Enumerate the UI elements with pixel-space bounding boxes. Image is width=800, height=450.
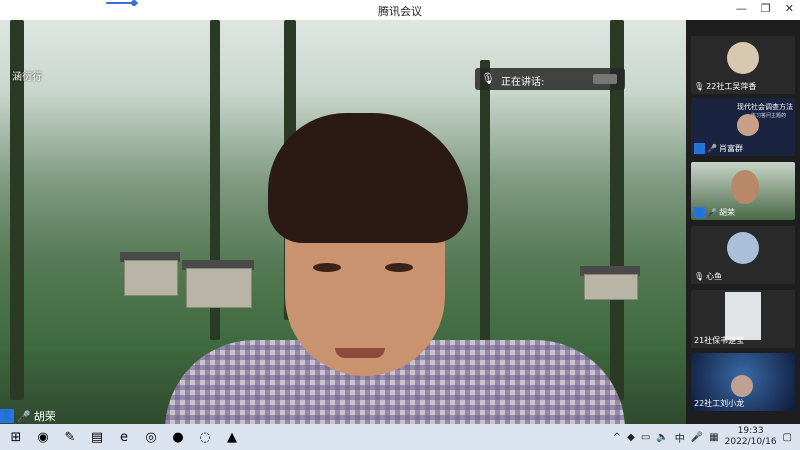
browser-icon[interactable]: ◎ [140, 426, 162, 448]
tray-app-icon[interactable]: ◆ [627, 432, 635, 443]
participant-name: 21社保韦楚莹 [694, 336, 745, 345]
network-icon[interactable]: ▦ [709, 432, 718, 443]
speaker-eye [385, 263, 413, 272]
person-icon: 👤 [694, 207, 705, 218]
muted-mic-icon: 🎙 [694, 82, 705, 91]
avatar [725, 292, 761, 340]
speaking-indicator: 🎙 正在讲话: [475, 68, 625, 90]
slide-title: 现代社会调查方法 [737, 103, 793, 111]
clock-date: 2022/10/16 [724, 437, 777, 447]
avatar [727, 42, 759, 74]
mic-icon: 🎤 [17, 409, 31, 423]
participant-name: 22社工刘小龙 [694, 399, 745, 408]
speaker-mouth [335, 348, 385, 358]
avatar [737, 114, 759, 136]
participant-name: 心鱼 [706, 272, 723, 281]
clock-time: 19:33 [737, 426, 764, 436]
color-app-icon[interactable]: ● [167, 426, 189, 448]
participant-name: 胡荣 [718, 208, 735, 217]
mic-icon: 🎤 [707, 144, 717, 153]
main-video-namebar: 👤 🎤 胡荣 [0, 408, 56, 424]
mic-tray-icon[interactable]: 🎤 [691, 432, 703, 443]
taskbar: ⊞ ◉ ✎ ▤ e ◎ ● ◌ ▲ ^ ◆ ▭ 🔈 中 🎤 ▦ 19:33 20… [0, 424, 800, 450]
close-button[interactable]: ✕ [785, 2, 794, 15]
person-icon: 👤 [694, 143, 705, 154]
speaker-name: 胡荣 [33, 410, 56, 423]
avatar [731, 375, 753, 397]
ime-indicator[interactable]: 中 [675, 430, 685, 445]
muted-mic-icon: 🎙 [481, 72, 495, 85]
participant-sidebar: 🎙 22社工吴萍香 现代社会调查方法 练习答问主题的 👤 🎤 肖富群 👤 🎤 胡荣 🎙 心鱼… [686, 20, 800, 424]
avatar [727, 232, 759, 264]
chevron-up-icon[interactable]: ^ [613, 432, 621, 443]
app-icon[interactable]: ◌ [194, 426, 216, 448]
speaker-eye [313, 263, 341, 272]
speaking-label: 正在讲话: [501, 77, 545, 88]
clock[interactable]: 19:33 2022/10/16 [725, 426, 777, 448]
participant-tile[interactable]: 👤 🎤 胡荣 [691, 162, 795, 220]
start-icon[interactable]: ⊞ [5, 426, 27, 448]
window-title: 腾讯会议 [378, 5, 422, 18]
participant-tile[interactable]: 22社工刘小龙 [691, 353, 795, 411]
participant-tile[interactable]: 🎙 心鱼 [691, 226, 795, 284]
main-video[interactable]: 涵衍行 🎙 正在讲话: [0, 20, 686, 424]
participant-name: 22社工吴萍香 [706, 82, 757, 91]
file-explorer-icon[interactable]: ▤ [86, 426, 108, 448]
muted-mic-icon: 🎙 [694, 272, 705, 281]
system-tray: ^ ◆ ▭ 🔈 中 🎤 ▦ 19:33 2022/10/16 ▢ [613, 424, 800, 450]
minimize-button[interactable]: — [736, 2, 747, 15]
notification-icon[interactable]: ▢ [783, 432, 792, 443]
house [186, 268, 252, 308]
participant-tile[interactable]: 21社保韦楚莹 [691, 290, 795, 348]
house [124, 260, 178, 296]
participant-tile[interactable]: 现代社会调查方法 练习答问主题的 👤 🎤 肖富群 [691, 98, 795, 156]
corner-label: 涵衍行 [12, 72, 42, 83]
chrome-icon[interactable]: ◉ [32, 426, 54, 448]
participant-name: 肖富群 [718, 144, 743, 153]
battery-icon[interactable]: ▭ [641, 432, 650, 443]
title-bar: 腾讯会议 — ❐ ✕ [0, 0, 800, 20]
avatar [731, 170, 759, 204]
speaker-hair [268, 113, 468, 243]
participant-tile[interactable]: 🎙 22社工吴萍香 [691, 36, 795, 94]
restore-button[interactable]: ❐ [761, 2, 771, 15]
edge-icon[interactable]: e [113, 426, 135, 448]
audio-wave-icon [593, 74, 617, 84]
notepad-icon[interactable]: ✎ [59, 426, 81, 448]
person-icon: 👤 [0, 409, 14, 423]
mic-icon: 🎤 [707, 208, 717, 217]
tencent-meeting-icon[interactable]: ▲ [221, 426, 243, 448]
house [584, 274, 638, 300]
volume-icon[interactable]: 🔈 [656, 432, 668, 443]
